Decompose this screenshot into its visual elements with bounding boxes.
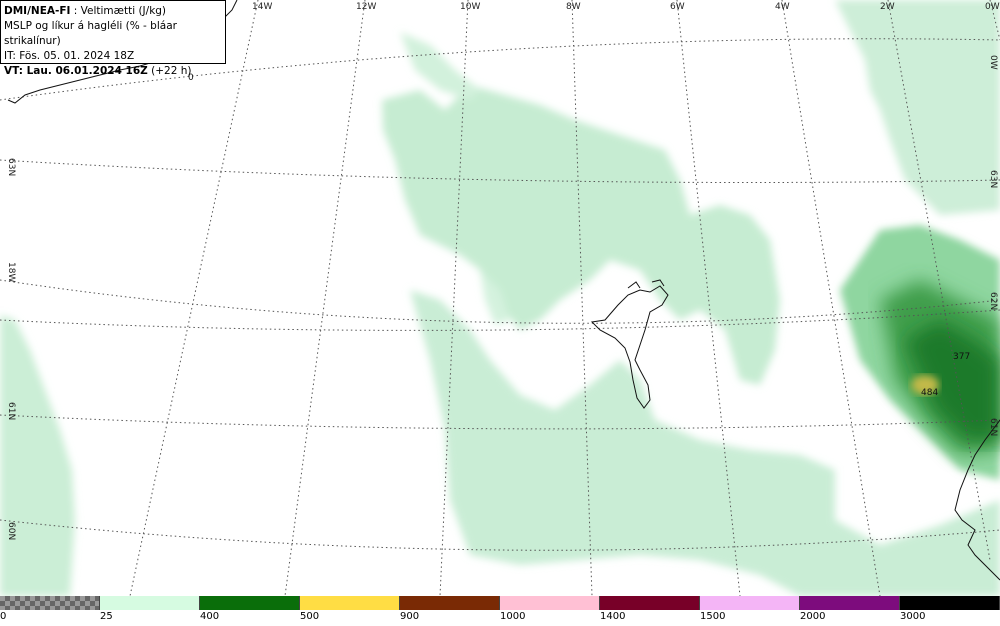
colorbar-swatch-7	[800, 596, 900, 610]
map-canvas: 14W 12W 10W 8W 6W 4W 2W 0W 63N 18W 61N 6…	[0, 0, 1000, 596]
colorbar-swatch-checker	[0, 596, 100, 610]
lat-label-left-63n: 63N	[6, 158, 16, 176]
info-title-model: DMI/NEA-FI	[4, 5, 71, 17]
lon-label-2w: 2W	[880, 2, 895, 12]
colorbar-labels: 0 25 400 500 900 1000 1400 1500 2000 3000	[0, 611, 1000, 625]
colorbar-label-2000: 2000	[800, 611, 826, 622]
colorbar-swatches	[0, 596, 1000, 610]
colorbar-label-3000: 3000	[900, 611, 926, 622]
lon-label-6w: 6W	[670, 2, 685, 12]
lat-label-left-60n: 60N	[6, 522, 16, 540]
info-title-field: : Veltimætti (J/kg)	[70, 5, 167, 17]
colorbar-label-400: 400	[200, 611, 220, 622]
info-title: DMI/NEA-FI : Veltimætti (J/kg)	[4, 4, 222, 19]
colorbar-label-900: 900	[400, 611, 420, 622]
colorbar-swatch-5	[600, 596, 700, 610]
colorbar-swatch-4	[500, 596, 600, 610]
legend-info-box: DMI/NEA-FI : Veltimætti (J/kg) MSLP og l…	[0, 0, 226, 77]
colorbar-label-0: 0	[0, 611, 7, 622]
colorbar-label-25: 25	[100, 611, 113, 622]
colorbar-swatch-2	[300, 596, 400, 610]
info-vt-offset: (+22 h)	[147, 65, 192, 77]
colorbar-swatch-3	[400, 596, 500, 610]
colorbar: 0 25 400 500 900 1000 1400 1500 2000 3000	[0, 596, 1000, 626]
lon-label-4w: 4W	[775, 2, 790, 12]
lon-label-10w: 10W	[460, 2, 480, 12]
colorbar-label-1000: 1000	[500, 611, 526, 622]
lon-label-0w: 0W	[985, 2, 1000, 12]
lat-label-right-63n: 63N	[988, 170, 998, 188]
lat-label-right-0w: 0W	[988, 55, 998, 70]
colorbar-swatch-0	[100, 596, 200, 610]
lon-label-12w: 12W	[356, 2, 376, 12]
longitude-labels: 14W 12W 10W 8W 6W 4W 2W 0W	[252, 2, 1000, 12]
lon-label-14w: 14W	[252, 2, 272, 12]
colorbar-label-1500: 1500	[700, 611, 726, 622]
colorbar-swatch-6	[700, 596, 800, 610]
lon-label-8w: 8W	[566, 2, 581, 12]
colorbar-swatch-1	[200, 596, 300, 610]
lat-label-left-61n: 61N	[6, 402, 16, 420]
value-label-377: 377	[953, 352, 970, 362]
lat-label-right-61n: 61N	[988, 418, 998, 436]
lat-label-left-18w: 18W	[6, 262, 16, 282]
colorbar-label-1400: 1400	[600, 611, 626, 622]
lat-label-right-62n: 62N	[988, 292, 998, 310]
info-line-it: IT: Fös. 05. 01. 2024 18Z	[4, 50, 135, 62]
value-label-484: 484	[921, 388, 938, 398]
colorbar-swatch-8	[900, 596, 1000, 610]
info-line-vt: VT: Lau. 06.01.2024 16Z (+22 h)	[4, 64, 222, 79]
colorbar-label-500: 500	[300, 611, 320, 622]
cape-cell	[840, 225, 1000, 480]
info-vt-time: VT: Lau. 06.01.2024 16Z	[4, 65, 148, 77]
info-line-mslp: MSLP og líkur á hagléli (% - bláar strik…	[4, 20, 177, 47]
